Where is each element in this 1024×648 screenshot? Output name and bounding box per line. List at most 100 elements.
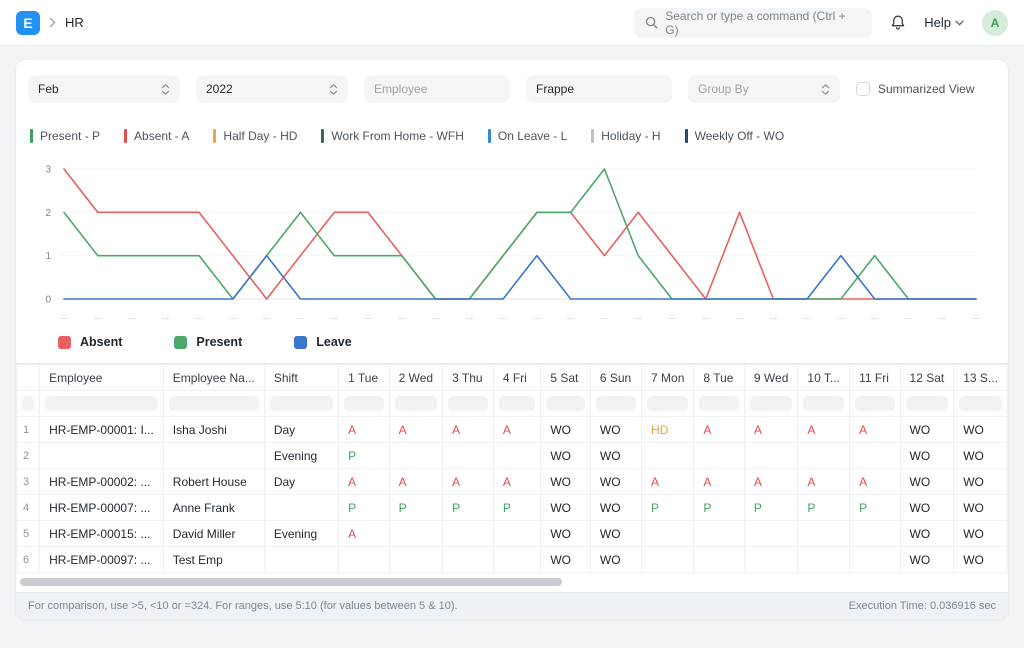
column-filter-input[interactable]: [448, 396, 488, 411]
attendance-cell[interactable]: [743, 442, 799, 469]
attendance-cell[interactable]: P: [442, 494, 494, 521]
column-header[interactable]: 5 Sat: [540, 364, 591, 391]
data-cell[interactable]: [263, 546, 340, 573]
attendance-cell[interactable]: P: [338, 494, 390, 521]
attendance-cell[interactable]: [338, 546, 390, 573]
column-filter-input[interactable]: [749, 396, 793, 411]
attendance-cell[interactable]: [849, 442, 901, 469]
attendance-cell[interactable]: A: [797, 468, 851, 495]
summarized-view-checkbox[interactable]: [856, 82, 870, 96]
notifications-bell-icon[interactable]: [890, 14, 906, 31]
data-cell[interactable]: HR-EMP-00015: ...: [39, 520, 164, 547]
help-menu[interactable]: Help: [924, 15, 964, 30]
attendance-cell[interactable]: WO: [589, 494, 643, 521]
data-cell[interactable]: Test Emp: [162, 546, 265, 573]
attendance-cell[interactable]: A: [388, 416, 444, 443]
attendance-cell[interactable]: [693, 520, 745, 547]
column-header[interactable]: 9 Wed: [743, 364, 799, 391]
attendance-cell[interactable]: WO: [589, 416, 643, 443]
column-header[interactable]: 8 Tue: [693, 364, 745, 391]
search-bar[interactable]: Search or type a command (Ctrl + G): [634, 7, 873, 38]
horizontal-scrollbar[interactable]: [19, 578, 1005, 586]
summarized-view-toggle[interactable]: Summarized View: [856, 82, 974, 96]
attendance-cell[interactable]: WO: [953, 416, 1008, 443]
column-filter-input[interactable]: [855, 396, 895, 411]
attendance-cell[interactable]: A: [849, 416, 901, 443]
column-filter-input[interactable]: [699, 396, 739, 411]
attendance-cell[interactable]: [693, 546, 745, 573]
attendance-cell[interactable]: [693, 442, 745, 469]
attendance-cell[interactable]: WO: [953, 520, 1008, 547]
attendance-cell[interactable]: WO: [899, 494, 955, 521]
data-cell[interactable]: HR-EMP-00002: ...: [39, 468, 164, 495]
column-filter-input[interactable]: [905, 396, 949, 411]
data-cell[interactable]: Robert House: [162, 468, 265, 495]
data-cell[interactable]: HR-EMP-00001: I...: [39, 416, 164, 443]
column-filter-input[interactable]: [45, 396, 158, 411]
attendance-cell[interactable]: WO: [540, 494, 591, 521]
attendance-cell[interactable]: [388, 442, 444, 469]
data-cell[interactable]: HR-EMP-00097: ...: [39, 546, 164, 573]
attendance-cell[interactable]: [442, 520, 494, 547]
attendance-cell[interactable]: WO: [899, 520, 955, 547]
company-filter-input[interactable]: Frappe: [526, 75, 672, 103]
data-cell[interactable]: [263, 494, 340, 521]
attendance-cell[interactable]: WO: [953, 442, 1008, 469]
attendance-cell[interactable]: P: [338, 442, 390, 469]
attendance-cell[interactable]: A: [442, 468, 494, 495]
attendance-cell[interactable]: A: [388, 468, 444, 495]
attendance-cell[interactable]: WO: [589, 520, 643, 547]
attendance-cell[interactable]: P: [641, 494, 695, 521]
attendance-cell[interactable]: A: [442, 416, 494, 443]
attendance-cell[interactable]: P: [797, 494, 851, 521]
breadcrumb[interactable]: HR: [65, 15, 84, 30]
attendance-cell[interactable]: [641, 442, 695, 469]
attendance-cell[interactable]: HD: [641, 416, 695, 443]
attendance-cell[interactable]: [641, 546, 695, 573]
column-header[interactable]: 3 Thu: [442, 364, 494, 391]
column-header[interactable]: 10 T...: [797, 364, 851, 391]
column-header[interactable]: 13 S...: [953, 364, 1008, 391]
employee-filter-input[interactable]: Employee: [364, 75, 510, 103]
attendance-cell[interactable]: WO: [540, 520, 591, 547]
attendance-cell[interactable]: [849, 546, 901, 573]
attendance-cell[interactable]: WO: [953, 494, 1008, 521]
column-header[interactable]: Employee: [39, 364, 164, 391]
attendance-cell[interactable]: P: [492, 494, 542, 521]
attendance-cell[interactable]: A: [743, 416, 799, 443]
attendance-cell[interactable]: A: [338, 520, 390, 547]
column-filter-input[interactable]: [269, 396, 334, 411]
data-cell[interactable]: [39, 442, 164, 469]
column-header[interactable]: 1 Tue: [338, 364, 390, 391]
column-header[interactable]: 2 Wed: [388, 364, 444, 391]
column-filter-input[interactable]: [803, 396, 845, 411]
attendance-cell[interactable]: WO: [589, 468, 643, 495]
column-header[interactable]: 6 Sun: [589, 364, 643, 391]
attendance-cell[interactable]: WO: [953, 468, 1008, 495]
data-cell[interactable]: [162, 442, 265, 469]
attendance-cell[interactable]: WO: [540, 416, 591, 443]
attendance-cell[interactable]: A: [693, 416, 745, 443]
attendance-cell[interactable]: [743, 520, 799, 547]
column-filter-input[interactable]: [595, 396, 637, 411]
data-cell[interactable]: Evening: [263, 442, 340, 469]
attendance-cell[interactable]: WO: [589, 546, 643, 573]
attendance-cell[interactable]: WO: [540, 468, 591, 495]
month-select[interactable]: Feb: [28, 75, 180, 103]
attendance-cell[interactable]: [492, 442, 542, 469]
attendance-cell[interactable]: A: [743, 468, 799, 495]
data-cell[interactable]: Day: [263, 416, 340, 443]
data-cell[interactable]: Day: [263, 468, 340, 495]
attendance-cell[interactable]: [388, 520, 444, 547]
attendance-cell[interactable]: WO: [899, 468, 955, 495]
data-cell[interactable]: Evening: [263, 520, 340, 547]
attendance-cell[interactable]: WO: [953, 546, 1008, 573]
column-filter-input[interactable]: [22, 396, 35, 411]
attendance-cell[interactable]: WO: [899, 442, 955, 469]
attendance-cell[interactable]: A: [492, 468, 542, 495]
attendance-cell[interactable]: [849, 520, 901, 547]
data-cell[interactable]: Isha Joshi: [162, 416, 265, 443]
app-logo[interactable]: E: [16, 10, 40, 35]
avatar[interactable]: A: [982, 9, 1008, 36]
attendance-cell[interactable]: A: [641, 468, 695, 495]
